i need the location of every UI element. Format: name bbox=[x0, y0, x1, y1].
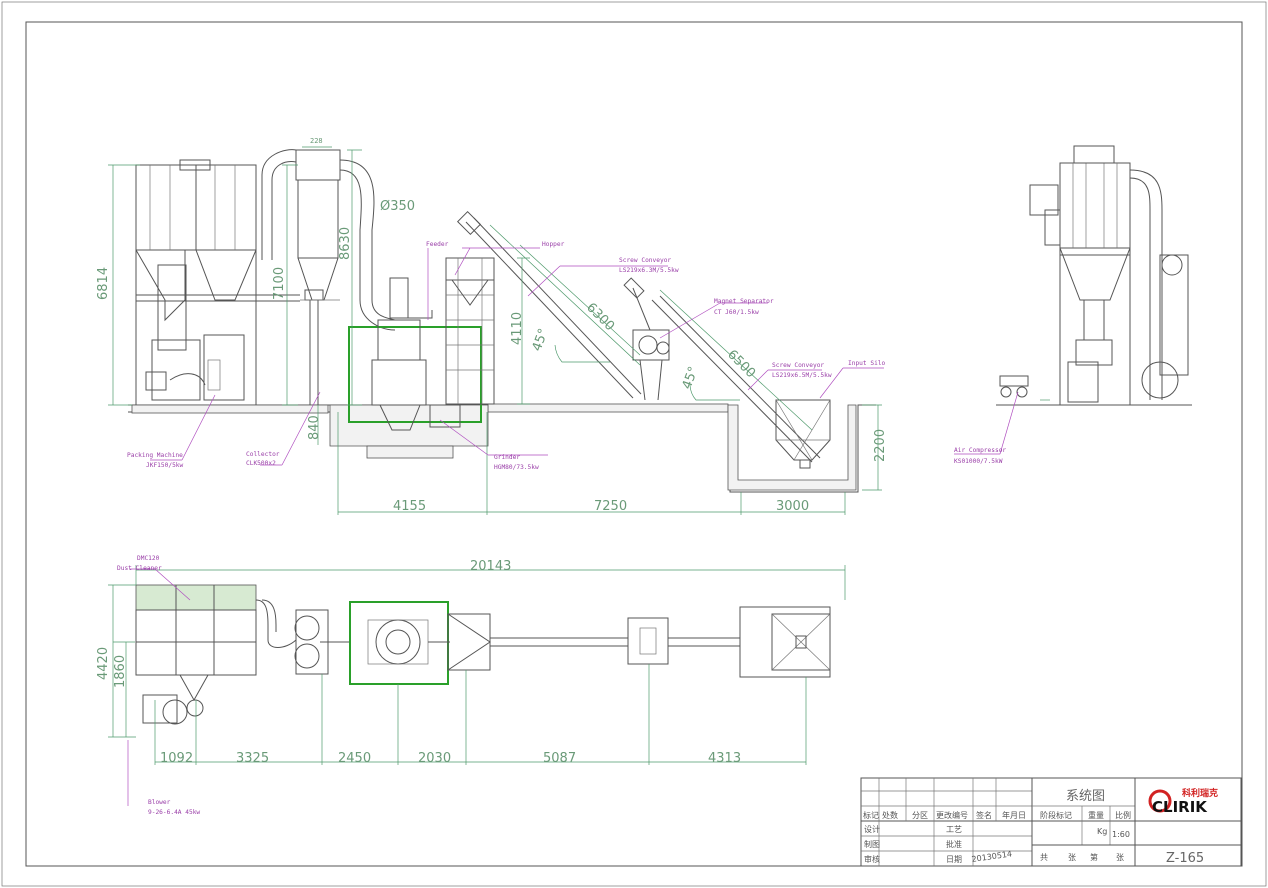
label-packing-machine: Packing Machine bbox=[127, 452, 183, 459]
label-screw-conveyor-1: Screw Conveyor bbox=[619, 257, 671, 264]
plan-view: 20143 4420 1860 1092 3325 2450 2030 5087… bbox=[96, 555, 846, 816]
label-air-compressor: Air Compressor bbox=[954, 447, 1006, 454]
tb-col-change-no: 更改编号 bbox=[936, 810, 968, 820]
tb-approval: 批准 bbox=[946, 839, 962, 849]
logo-english: CLIRIK bbox=[1152, 798, 1208, 816]
label-blower: Blower bbox=[148, 799, 171, 806]
tb-stage: 阶段标记 bbox=[1040, 810, 1072, 820]
elevation-leaders bbox=[150, 247, 884, 466]
title-block: 标记 处数 分区 更改编号 签名 年月日 设计 工艺 制图 批准 审核 日期 2… bbox=[860, 777, 1242, 867]
dim-3325: 3325 bbox=[236, 751, 269, 766]
elevation-view: 6814 7100 8630 4110 840 2200 4155 7250 3… bbox=[96, 137, 888, 515]
dim-5087: 5087 bbox=[543, 751, 576, 766]
label-dust-cleaner: Dust Cleaner bbox=[117, 565, 162, 572]
process-flow-drawing: 6814 7100 8630 4110 840 2200 4155 7250 3… bbox=[1, 1, 1267, 887]
label-dust-cleaner-model: DMC120 bbox=[137, 555, 160, 562]
dim-1860: 1860 bbox=[113, 655, 128, 688]
dim-8630: 8630 bbox=[338, 227, 353, 260]
label-collector: Collector bbox=[246, 451, 280, 458]
label-grinder-spec: HGM80/73.5kw bbox=[494, 464, 539, 471]
tb-weight: 重量 bbox=[1088, 810, 1104, 820]
tb-col-count: 处数 bbox=[882, 810, 898, 820]
label-packing-machine-spec: JKF150/5kw bbox=[146, 462, 184, 469]
label-screw-conveyor-2-spec: LS219x6.5M/5.5kw bbox=[772, 372, 832, 379]
tb-review: 审核 bbox=[864, 854, 880, 864]
label-feeder: Feeder bbox=[426, 241, 449, 248]
label-magnet-separator: Magnet Separator bbox=[714, 298, 774, 305]
dim-2200: 2200 bbox=[873, 429, 888, 462]
tb-sheets-unit-2: 张 bbox=[1116, 853, 1124, 862]
dim-840: 840 bbox=[307, 415, 322, 440]
label-screw-conveyor-1-spec: LS219x6.3M/5.5kw bbox=[619, 267, 679, 274]
tb-scale: 1:60 bbox=[1112, 830, 1130, 839]
tb-process: 工艺 bbox=[946, 825, 962, 834]
dim-2450: 2450 bbox=[338, 751, 371, 766]
label-screw-conveyor-2: Screw Conveyor bbox=[772, 362, 824, 369]
label-hopper: Hopper bbox=[542, 241, 565, 248]
dim-4110: 4110 bbox=[510, 312, 525, 345]
sheet-inner-border bbox=[25, 21, 1243, 867]
tb-scale-label: 比例 bbox=[1115, 810, 1131, 820]
dim-dia350: Ø350 bbox=[380, 199, 415, 214]
dim-20143: 20143 bbox=[470, 559, 511, 574]
label-input-silo: Input Silo bbox=[848, 360, 886, 367]
clirik-logo: 科利瑞克 CLIRIK bbox=[1148, 787, 1218, 816]
dim-7100: 7100 bbox=[272, 267, 287, 300]
angle-45-1: 45° bbox=[530, 327, 552, 354]
tb-sheets-total: 共 bbox=[1040, 853, 1048, 862]
dim-228: 228 bbox=[310, 137, 323, 145]
dim-4420: 4420 bbox=[96, 647, 111, 680]
hopper-elevation bbox=[445, 257, 495, 405]
dim-2030: 2030 bbox=[418, 751, 451, 766]
tb-sheets-unit-1: 张 bbox=[1068, 853, 1076, 862]
tb-date-label: 日期 bbox=[946, 855, 962, 864]
label-magnet-separator-spec: CT J60/1.5kw bbox=[714, 309, 759, 316]
tb-design: 设计 bbox=[864, 824, 880, 834]
tb-drawing-number: Z-165 bbox=[1166, 851, 1204, 866]
dim-6814: 6814 bbox=[96, 267, 111, 300]
tb-unit: Kg bbox=[1097, 827, 1107, 836]
tb-col-date: 年月日 bbox=[1002, 810, 1026, 820]
tb-drawing-name: 系统图 bbox=[1066, 789, 1105, 804]
magnet-separator-elevation bbox=[623, 277, 670, 401]
dim-1092: 1092 bbox=[160, 751, 193, 766]
elevation-labels: Feeder Hopper Screw Conveyor LS219x6.3M/… bbox=[127, 241, 886, 471]
dim-4155: 4155 bbox=[393, 499, 426, 514]
tb-drafting: 制图 bbox=[864, 839, 880, 849]
dim-4313: 4313 bbox=[708, 751, 741, 766]
tb-sheet-no: 第 bbox=[1090, 852, 1098, 862]
label-collector-spec: CLK500x2 bbox=[246, 460, 276, 467]
label-blower-spec: 9-26-6.4A 45kw bbox=[148, 809, 200, 816]
tb-col-zone: 分区 bbox=[912, 811, 928, 820]
label-grinder: Grinder bbox=[494, 454, 520, 461]
label-air-compressor-spec: KS01000/7.5kW bbox=[954, 458, 1003, 465]
dim-3000: 3000 bbox=[776, 499, 809, 514]
side-view: Air Compressor KS01000/7.5kW bbox=[954, 145, 1192, 465]
tb-col-sign: 签名 bbox=[976, 810, 992, 820]
tb-col-mark: 标记 bbox=[863, 810, 879, 820]
tb-date-value: 20130514 bbox=[971, 849, 1013, 864]
angle-45-2: 45° bbox=[680, 365, 702, 392]
dim-7250: 7250 bbox=[594, 499, 627, 514]
